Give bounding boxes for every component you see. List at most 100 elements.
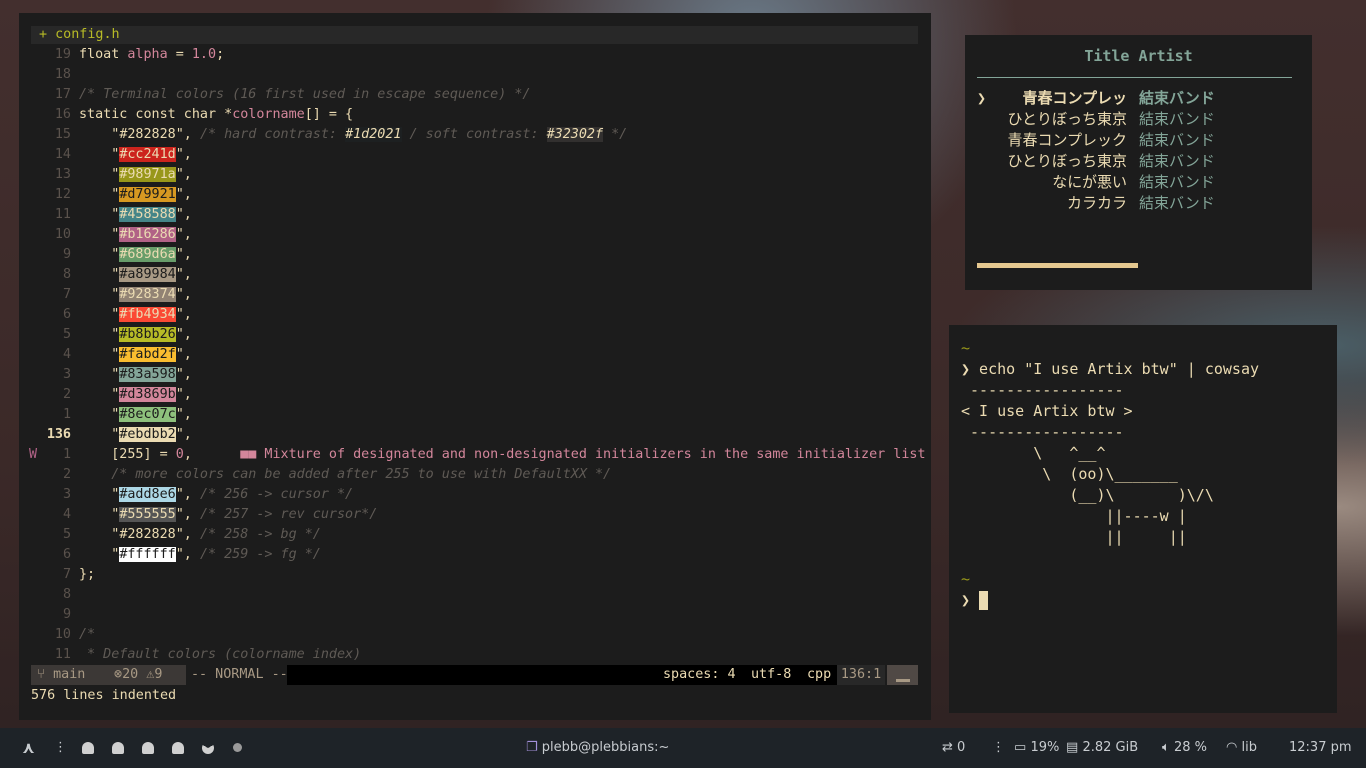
volume[interactable]: 🔈︎ 28 % — [1162, 728, 1207, 768]
code-line[interactable]: 19 float alpha = 1.0; — [19, 45, 931, 65]
playlist-track[interactable]: ❯ 青春コンプレッ 結束バンド — [977, 88, 1297, 109]
track-title: カラカラ — [1066, 194, 1127, 212]
code-text: "#d79921", — [79, 187, 192, 202]
code-line[interactable]: 16 static const char *colorname[] = { — [19, 105, 931, 125]
updates[interactable]: ⇄ 0 — [942, 728, 965, 768]
neovim-editor-window[interactable]: + config.h 19 float alpha = 1.0; 18 17/* Te… — [19, 13, 931, 720]
line-number: 5 — [62, 527, 71, 542]
header-divider — [977, 77, 1292, 78]
code-line[interactable]: 7 "#928374", — [19, 285, 931, 305]
memory[interactable]: ▤ 2.82 GiB — [1066, 728, 1138, 768]
color-swatch: #282828 — [119, 527, 176, 542]
playlist-track[interactable]: ひとりぼっち東京 結束バンド — [977, 151, 1297, 172]
color-swatch: #689d6a — [119, 247, 176, 262]
code-text: static const char *colorname[] = { — [79, 107, 354, 122]
track-artist: 結束バンド — [1139, 194, 1215, 212]
line-number: 3 — [62, 367, 71, 382]
line-number: 15 — [54, 127, 71, 142]
workspace-2-ghost-icon[interactable] — [112, 728, 124, 768]
code-line[interactable]: 3 "#83a598", — [19, 365, 931, 385]
line-number: 14 — [54, 147, 71, 162]
code-line[interactable]: 18 — [19, 65, 931, 85]
editor-tab[interactable]: + config.h — [31, 26, 918, 44]
workspace-dot-icon[interactable] — [233, 728, 242, 768]
code-line[interactable]: 11 "#458588", — [19, 205, 931, 225]
code-line[interactable]: 5 "#282828", /* 258 -> bg */ — [19, 525, 931, 545]
menu-dots-icon[interactable]: ⋮ — [54, 728, 67, 768]
error-count: 20 — [122, 667, 139, 682]
battery[interactable]: ▭ 19% — [1014, 728, 1059, 768]
playback-progress[interactable] — [977, 263, 1292, 268]
code-line[interactable]: 13 "#98971a", — [19, 165, 931, 185]
warning-count: 9 — [154, 667, 163, 682]
line-number: 11 — [54, 647, 71, 662]
error-icon: ⊗ — [114, 667, 123, 682]
code-line[interactable]: 5 "#b8bb26", — [19, 325, 931, 345]
line-number: 136 — [46, 427, 71, 442]
code-text: "#fb4934", — [79, 307, 192, 322]
code-line[interactable]: 7}; — [19, 565, 931, 585]
code-line[interactable]: 9 — [19, 605, 931, 625]
code-text: /* more colors can be added after 255 to… — [79, 467, 612, 482]
playlist-track[interactable]: なにが悪い 結束バンド — [977, 172, 1297, 193]
code-line[interactable]: 4 "#fabd2f", — [19, 345, 931, 365]
code-text: /* Terminal colors (16 first used in esc… — [79, 87, 531, 102]
code-line[interactable]: 9 "#689d6a", — [19, 245, 931, 265]
code-text: "#d3869b", — [79, 387, 192, 402]
code-line[interactable]: 10 "#b16286", — [19, 225, 931, 245]
track-title: 青春コンプレッ — [1022, 89, 1127, 107]
line-number: 16 — [54, 107, 71, 122]
terminal-window[interactable]: ~ ❯ echo "I use Artix btw" | cowsay -----… — [949, 325, 1337, 713]
line-number: 2 — [62, 467, 71, 482]
code-line[interactable]: 8 "#a89984", — [19, 265, 931, 285]
artix-logo-icon[interactable]: ⋏ — [22, 728, 35, 768]
code-line[interactable]: 15 "#282828", /* hard contrast: #1d2021 … — [19, 125, 931, 145]
selected-chevron-icon: ❯ — [977, 89, 987, 107]
line-number: 9 — [62, 607, 71, 622]
code-line[interactable]: 136 "#ebdbb2", — [19, 425, 931, 445]
line-number: 1 — [62, 447, 71, 462]
tray-dots-icon[interactable]: ⋮ — [992, 728, 1005, 768]
active-window[interactable]: ❐ plebb@plebbians:~ — [526, 728, 669, 768]
playlist-track[interactable]: 青春コンプレック 結束バンド — [977, 130, 1297, 151]
code-line[interactable]: 11 * Default colors (colorname index) — [19, 645, 931, 665]
code-line[interactable]: W 1 [255] = 0, ■■ Mixture of designated a… — [19, 445, 931, 465]
code-line[interactable]: 8 — [19, 585, 931, 605]
code-text: "#282828", /* hard contrast: #1d2021 / s… — [79, 127, 628, 142]
code-text: float alpha = 1.0; — [79, 47, 225, 62]
track-title: ひとりぼっち東京 — [1007, 110, 1127, 128]
code-line[interactable]: 10 /* — [19, 625, 931, 645]
code-line[interactable]: 2 /* more colors can be added after 255 … — [19, 465, 931, 485]
code-line[interactable]: 4 "#555555", /* 257 -> rev cursor*/ — [19, 505, 931, 525]
code-line[interactable]: 6 "#ffffff", /* 259 -> fg */ — [19, 545, 931, 565]
playlist-track[interactable]: ひとりぼっち東京 結束バンド — [977, 109, 1297, 130]
workspace-4-ghost-icon[interactable] — [172, 728, 184, 768]
playlist-track[interactable]: カラカラ 結束バンド — [977, 193, 1297, 214]
clock[interactable]: 12:37 pm — [1289, 728, 1352, 768]
code-text: * Default colors (colorname index) — [79, 647, 362, 662]
color-swatch: #98971a — [119, 167, 176, 182]
line-number: 4 — [62, 507, 71, 522]
code-line[interactable]: 12 "#d79921", — [19, 185, 931, 205]
code-line[interactable]: 14 "#cc241d", — [19, 145, 931, 165]
prompt-directory: ~ — [961, 339, 971, 357]
code-area[interactable]: 19 float alpha = 1.0; 18 17/* Terminal colo… — [19, 45, 931, 665]
code-line[interactable]: 17 /* Terminal colors (16 first used in e… — [19, 85, 931, 105]
code-line[interactable]: 2 "#d3869b", — [19, 385, 931, 405]
code-line[interactable]: 1 "#8ec07c", — [19, 405, 931, 425]
wifi[interactable]: ◠ lib — [1226, 728, 1257, 768]
code-line[interactable]: 3 "#add8e6", /* 256 -> cursor */ — [19, 485, 931, 505]
track-artist: 結束バンド — [1139, 173, 1215, 191]
workspace-pacman-icon[interactable] — [202, 728, 214, 768]
line-number: 3 — [62, 487, 71, 502]
command-line-message: 576 lines indented — [31, 688, 177, 703]
workspace-1-ghost-icon[interactable] — [82, 728, 94, 768]
line-number: 1 — [62, 407, 71, 422]
music-player-window[interactable]: Title Artist ❯ 青春コンプレッ 結束バンド ひとりぼっち東京 結束バンド青… — [965, 35, 1312, 290]
battery-level: 19% — [1030, 740, 1060, 755]
workspace-3-ghost-icon[interactable] — [142, 728, 154, 768]
window-icon: ❐ — [526, 740, 538, 755]
code-line[interactable]: 6 "#fb4934", — [19, 305, 931, 325]
line-number: 10 — [54, 227, 71, 242]
terminal-cursor[interactable] — [979, 591, 989, 610]
